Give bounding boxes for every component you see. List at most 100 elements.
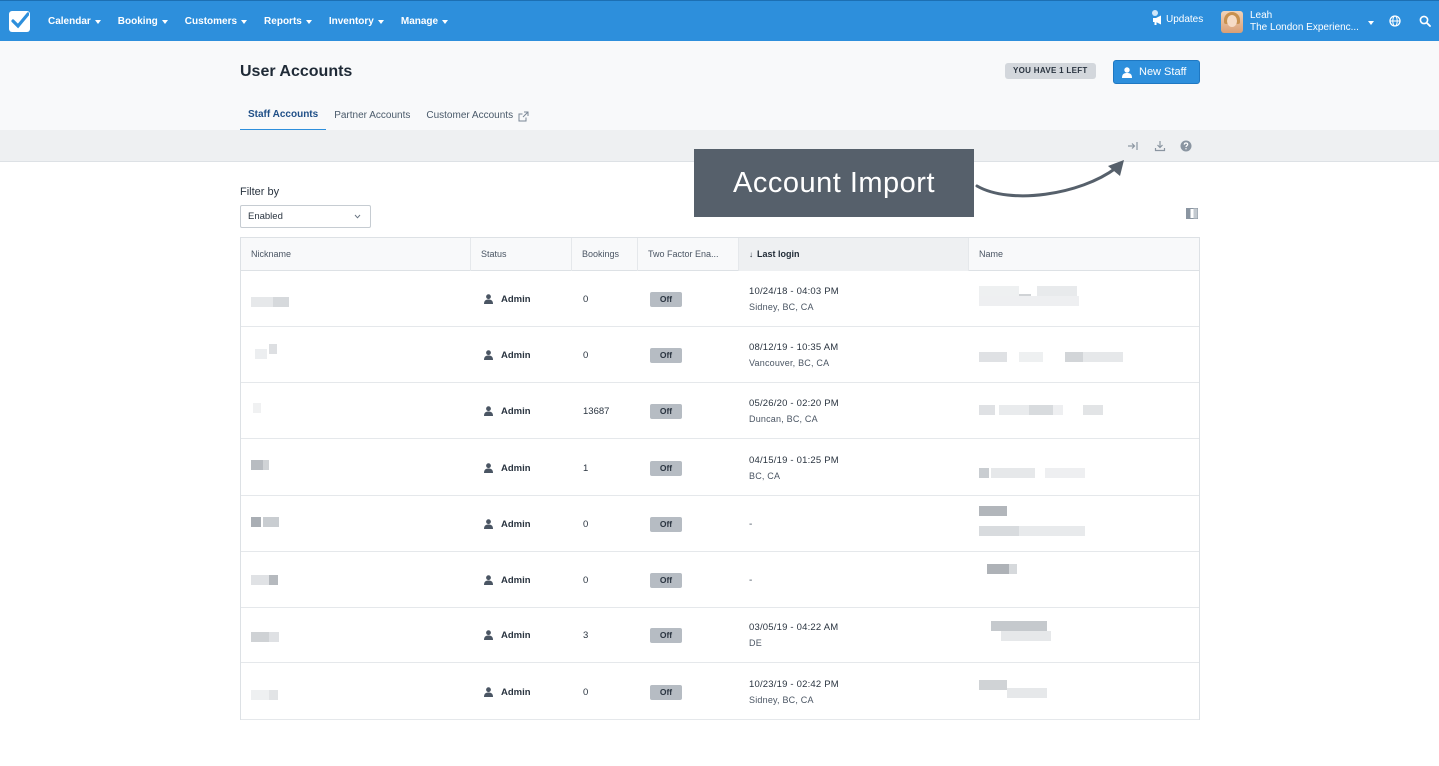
two-factor-cell: Off <box>650 271 682 327</box>
user-menu[interactable]: Leah The London Experienc... <box>1250 10 1359 34</box>
last-login-cell: 04/15/19 - 01:25 PM BC, CA <box>749 440 839 496</box>
last-login-date: - <box>749 518 753 530</box>
table-row[interactable]: Admin 0 Off - <box>241 552 1199 608</box>
tab-partner-accounts[interactable]: Partner Accounts <box>326 101 418 131</box>
staff-accounts-table: Nickname Status Bookings Two Factor Ena.… <box>240 237 1200 720</box>
top-navigation-bar: Calendar Booking Customers Reports Inven… <box>0 0 1439 41</box>
last-login-location: BC, CA <box>749 471 781 481</box>
two-factor-cell: Off <box>650 664 682 720</box>
annotation-arrow-icon <box>975 160 1124 198</box>
column-header-last-login[interactable]: ↓ Last login <box>739 238 969 271</box>
chevron-down-icon <box>354 214 361 219</box>
tab-label: Partner Accounts <box>334 110 411 121</box>
megaphone-icon <box>1153 15 1161 25</box>
two-factor-cell: Off <box>650 327 682 383</box>
table-row[interactable]: Admin 0 Off 10/23/19 - 02:42 PM Sidney, BC, … <box>241 664 1199 720</box>
two-factor-off-badge: Off <box>650 572 682 588</box>
status-text: Admin <box>501 293 531 305</box>
logo-check-icon[interactable] <box>9 11 30 32</box>
table-header: Nickname Status Bookings Two Factor Ena.… <box>241 238 1199 271</box>
globe-icon[interactable] <box>1389 15 1401 27</box>
column-header-nickname[interactable]: Nickname <box>241 238 471 271</box>
status-text: Admin <box>501 405 531 417</box>
two-factor-off-badge: Off <box>650 460 682 476</box>
status-text: Admin <box>501 349 531 361</box>
nav-item-customers[interactable]: Customers <box>184 16 248 27</box>
caret-down-icon <box>161 19 168 24</box>
caret-down-icon <box>442 19 449 24</box>
table-row[interactable]: Admin 0 Off 10/24/18 - 04:03 PM Sidney, BC, … <box>241 271 1199 327</box>
two-factor-cell: Off <box>650 607 682 663</box>
new-staff-label: New Staff <box>1139 66 1187 78</box>
status-cell: Admin <box>484 607 531 663</box>
bookings-count: 0 <box>583 293 589 305</box>
two-factor-off-badge: Off <box>650 516 682 532</box>
nav-item-label: Booking <box>117 16 158 27</box>
status-text: Admin <box>501 629 531 641</box>
status-cell: Admin <box>484 496 531 552</box>
nav-item-label: Reports <box>264 16 302 27</box>
last-login-location: DE <box>749 638 762 648</box>
caret-down-icon[interactable] <box>1368 21 1374 25</box>
column-header-status[interactable]: Status <box>471 238 572 271</box>
tab-customer-accounts[interactable]: Customer Accounts <box>418 101 537 131</box>
nav-item-label: Customers <box>184 16 238 27</box>
last-login-location: Sidney, BC, CA <box>749 302 814 312</box>
two-factor-cell: Off <box>650 383 682 439</box>
bookings-count: 0 <box>583 518 589 530</box>
search-icon[interactable] <box>1419 15 1431 27</box>
person-icon <box>484 406 493 416</box>
download-icon[interactable] <box>1154 140 1166 152</box>
status-text: Admin <box>501 518 531 530</box>
person-icon <box>484 519 493 529</box>
filter-label: Filter by <box>240 186 280 198</box>
help-icon[interactable] <box>1180 140 1192 152</box>
last-login-date: 05/26/20 - 02:20 PM <box>749 398 839 409</box>
tab-label: Customer Accounts <box>426 110 514 121</box>
new-staff-button[interactable]: New Staff <box>1113 60 1200 84</box>
two-factor-off-badge: Off <box>650 291 682 307</box>
nav-item-booking[interactable]: Booking <box>118 16 168 27</box>
person-icon <box>1122 66 1132 78</box>
caret-down-icon <box>241 19 248 24</box>
tab-staff-accounts[interactable]: Staff Accounts <box>240 101 327 131</box>
updates-link[interactable]: Updates <box>1152 10 1203 25</box>
nav-item-calendar[interactable]: Calendar <box>48 16 101 27</box>
avatar[interactable] <box>1221 11 1243 33</box>
columns-icon[interactable] <box>1186 208 1198 219</box>
column-header-label: Last login <box>757 249 800 259</box>
bookings-count: 13687 <box>583 405 610 417</box>
filter-select[interactable]: Enabled <box>240 205 371 228</box>
page-title: User Accounts <box>240 63 353 80</box>
two-factor-off-badge: Off <box>650 627 682 643</box>
notification-dot <box>1152 10 1158 16</box>
column-header-bookings[interactable]: Bookings <box>572 238 638 271</box>
status-text: Admin <box>501 462 531 474</box>
table-row[interactable]: Admin 13687 Off 05/26/20 - 02:20 PM Duncan, … <box>241 383 1199 439</box>
last-login-cell: - <box>749 552 752 608</box>
person-icon <box>484 630 493 640</box>
account-tabs: Staff Accounts Partner Accounts Customer… <box>240 101 537 131</box>
table-row[interactable]: Admin 0 Off - <box>241 496 1199 552</box>
nav-item-label: Inventory <box>328 16 374 27</box>
table-row[interactable]: Admin 1 Off 04/15/19 - 01:25 PM BC, CA <box>241 440 1199 496</box>
status-cell: Admin <box>484 664 531 720</box>
two-factor-cell: Off <box>650 496 682 552</box>
external-link-icon <box>518 111 529 121</box>
last-login-date: - <box>749 574 753 586</box>
last-login-cell: 05/26/20 - 02:20 PM Duncan, BC, CA <box>749 383 839 439</box>
column-header-name[interactable]: Name <box>969 238 1199 271</box>
last-login-date: 03/05/19 - 04:22 AM <box>749 622 839 633</box>
nav-menu: Calendar Booking Customers Reports Inven… <box>48 1 465 42</box>
caret-down-icon <box>94 19 101 24</box>
table-row[interactable]: Admin 0 Off 08/12/19 - 10:35 AM Vancouver, B… <box>241 327 1199 383</box>
column-header-two-factor[interactable]: Two Factor Ena... <box>638 238 739 271</box>
nav-item-reports[interactable]: Reports <box>264 16 312 27</box>
nav-item-manage[interactable]: Manage <box>400 16 449 27</box>
nav-item-label: Manage <box>400 16 439 27</box>
last-login-date: 10/23/19 - 02:42 PM <box>749 679 839 690</box>
nav-item-inventory[interactable]: Inventory <box>329 16 384 27</box>
sort-down-icon: ↓ <box>749 250 753 259</box>
user-name: Leah <box>1250 10 1273 21</box>
table-row[interactable]: Admin 3 Off 03/05/19 - 04:22 AM DE <box>241 607 1199 663</box>
